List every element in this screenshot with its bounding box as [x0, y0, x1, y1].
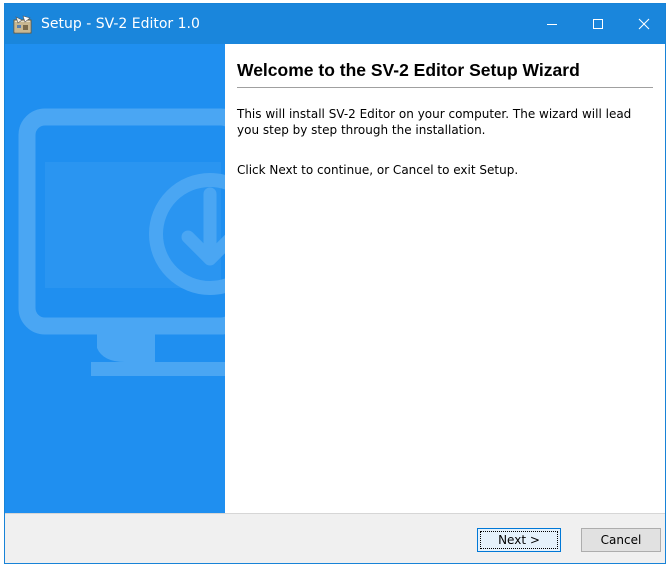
monitor-download-icon [18, 108, 225, 376]
page-title: Welcome to the SV-2 Editor Setup Wizard [237, 60, 580, 80]
close-icon [638, 18, 650, 30]
title-bar[interactable]: Setup - SV-2 Editor 1.0 [5, 4, 665, 44]
intro-paragraph: This will install SV-2 Editor on your co… [237, 107, 632, 137]
wizard-content: Welcome to the SV-2 Editor Setup Wizard … [225, 44, 665, 513]
maximize-button[interactable] [575, 4, 621, 44]
minimize-button[interactable] [529, 4, 575, 44]
wizard-sidebar-image [5, 44, 225, 513]
title-divider [237, 87, 653, 88]
setup-box-icon [13, 15, 33, 34]
window-title: Setup - SV-2 Editor 1.0 [41, 16, 200, 32]
focus-rectangle [480, 531, 558, 549]
close-button[interactable] [621, 4, 666, 44]
cancel-button-label: Cancel [600, 533, 642, 547]
instruction-paragraph: Click Next to continue, or Cancel to exi… [237, 163, 519, 177]
maximize-icon [593, 19, 603, 29]
next-button[interactable]: Next > [477, 528, 561, 552]
minimize-icon [547, 24, 557, 25]
setup-window: Setup - SV-2 Editor 1.0 Welcome to the S… [4, 3, 666, 564]
button-bar: Next > Cancel [5, 513, 665, 563]
cancel-button[interactable]: Cancel [581, 528, 661, 552]
